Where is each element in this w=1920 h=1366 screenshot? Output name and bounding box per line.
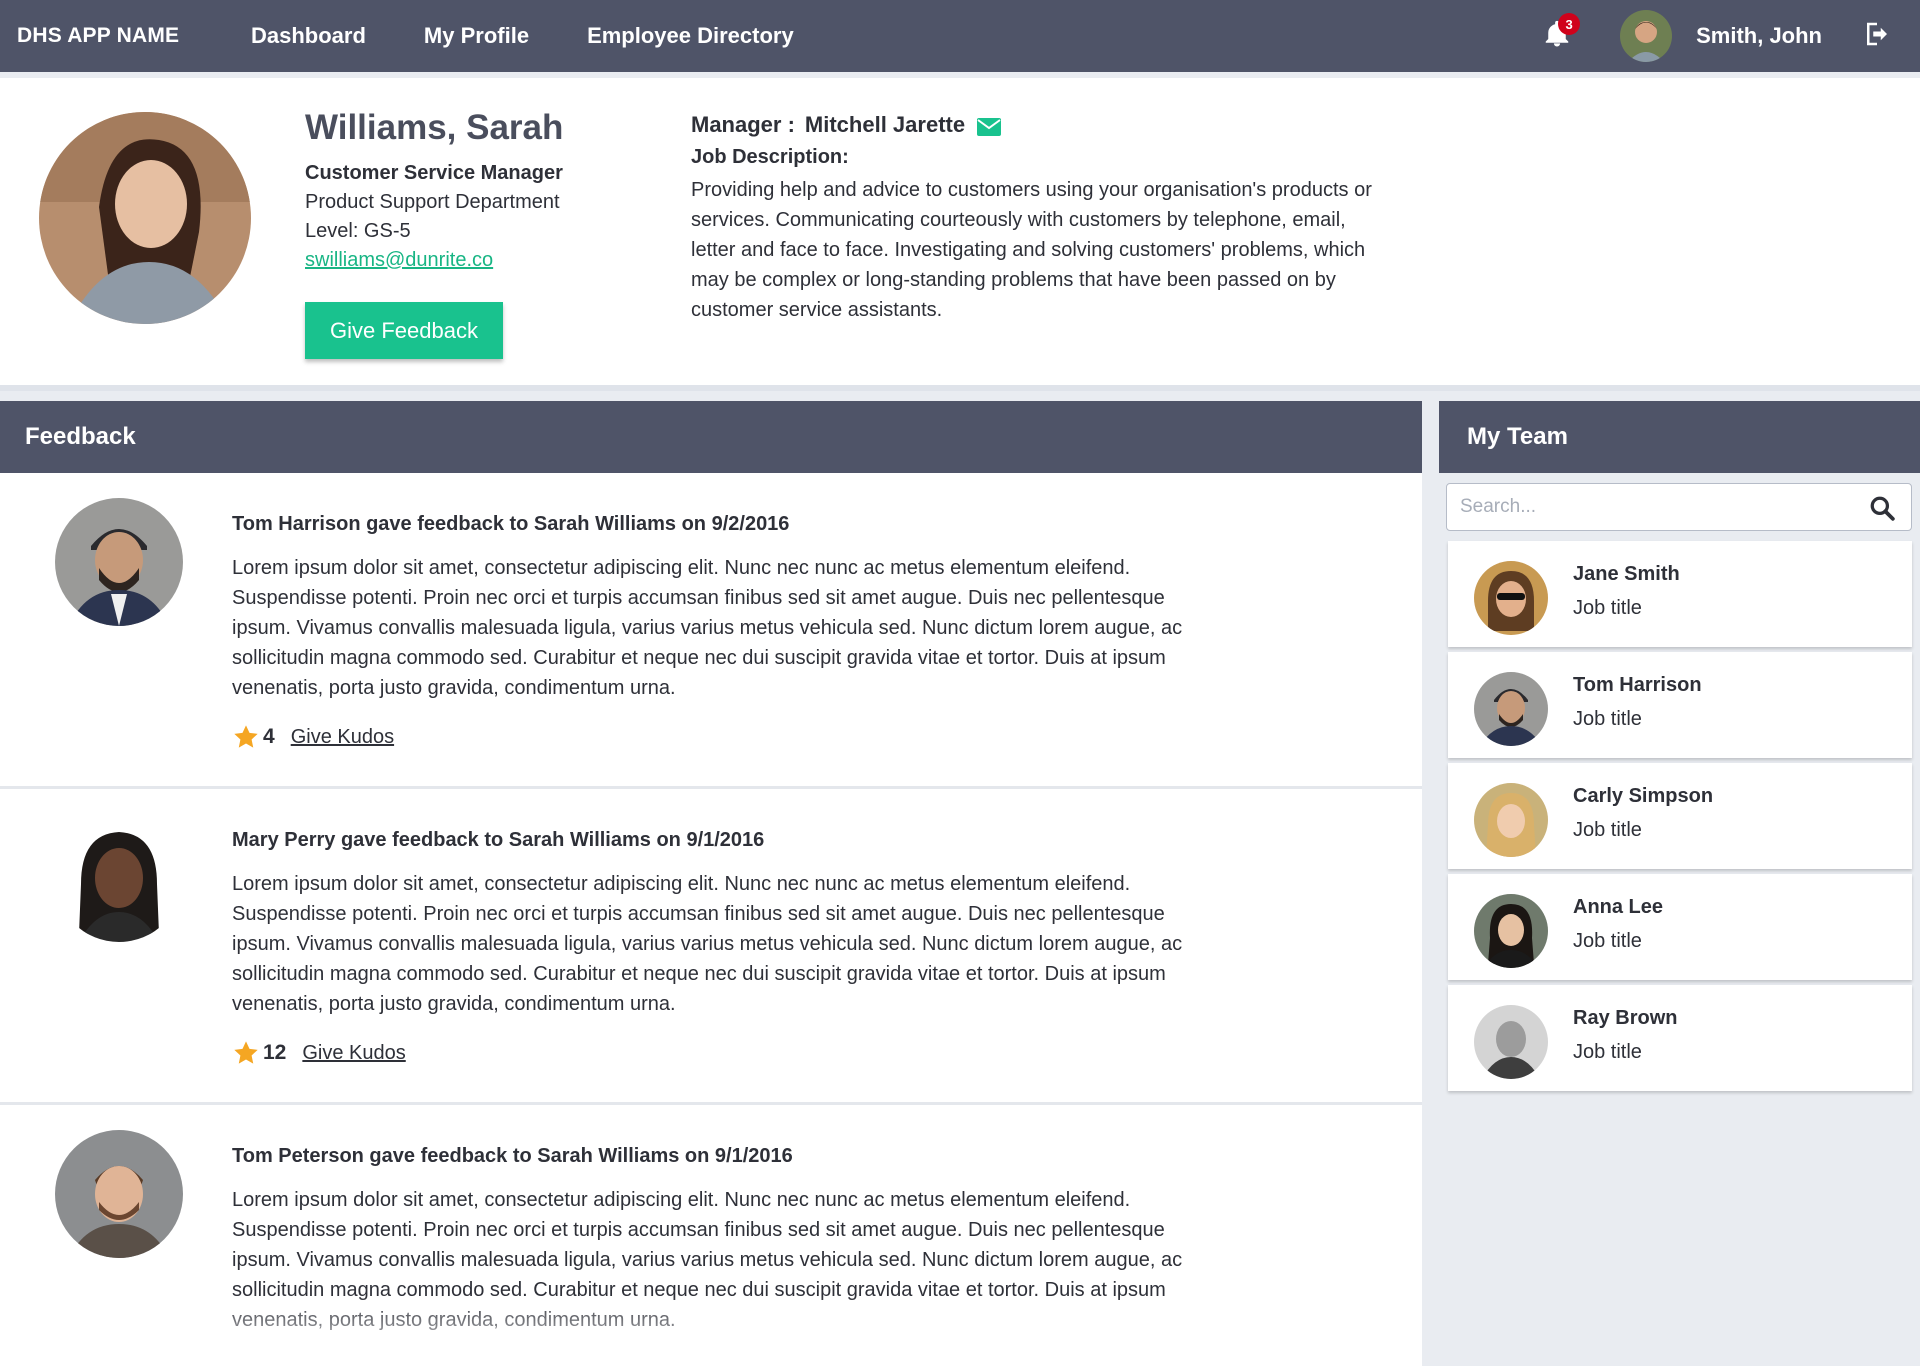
profile-panel: Williams, Sarah Customer Service Manager… (0, 78, 1920, 391)
feedback-body: Lorem ipsum dolor sit amet, consectetur … (232, 557, 1183, 699)
kudos-count: 4 (263, 725, 275, 748)
profile-department: Product Support Department (305, 191, 560, 213)
give-kudos-link[interactable]: Give Kudos (291, 726, 394, 749)
team-member-avatar (1474, 561, 1548, 635)
job-description-label: Job Description: (691, 146, 849, 168)
team-member-card[interactable]: Anna Lee Job title (1448, 874, 1912, 980)
team-list: Jane Smith Job title Tom Harrison Job ti… (1448, 541, 1912, 1096)
profile-info: Williams, Sarah Customer Service Manager… (305, 108, 563, 272)
star-icon (234, 1041, 258, 1064)
nav-employee-directory[interactable]: Employee Directory (587, 23, 794, 49)
team-member-title: Job title (1573, 597, 1642, 619)
team-member-card[interactable]: Ray Brown Job title (1448, 985, 1912, 1091)
team-member-name: Tom Harrison (1573, 674, 1702, 696)
job-description-text: Providing help and advice to customers u… (691, 179, 1372, 321)
give-feedback-button[interactable]: Give Feedback (305, 302, 503, 359)
logout-icon (1867, 22, 1887, 46)
search-icon[interactable] (1869, 495, 1895, 521)
feedback-actions: 4 Give Kudos (232, 723, 394, 751)
app-name[interactable]: DHS APP NAME (17, 24, 251, 48)
feedback-item: Mary Perry gave feedback to Sarah Willia… (0, 789, 1422, 1105)
manager-row: Manager : Mitchell Jarette (691, 112, 1391, 138)
team-member-avatar (1474, 894, 1548, 968)
team-member-card[interactable]: Jane Smith Job title (1448, 541, 1912, 647)
profile-name: Williams, Sarah (305, 108, 564, 147)
user-name[interactable]: Smith, John (1696, 23, 1822, 49)
feedback-body: Lorem ipsum dolor sit amet, consectetur … (232, 873, 1183, 1015)
feedback-author-avatar (55, 1130, 183, 1258)
feedback-header: Feedback (0, 401, 1422, 473)
feedback-item: Tom Harrison gave feedback to Sarah Will… (0, 473, 1422, 789)
team-member-avatar (1474, 783, 1548, 857)
team-member-avatar (1474, 672, 1548, 746)
team-search-input[interactable] (1447, 496, 1857, 518)
feedback-author-avatar (55, 498, 183, 626)
profile-email-link[interactable]: swilliams@dunrite.co (305, 249, 493, 271)
job-info: Manager : Mitchell Jarette Job Descripti… (691, 112, 1391, 325)
team-member-name: Jane Smith (1573, 563, 1680, 585)
star-icon (234, 725, 258, 748)
scroll-fade (0, 1296, 1422, 1366)
manager-name: Mitchell Jarette (804, 112, 966, 137)
team-member-title: Job title (1573, 1041, 1642, 1063)
team-member-card[interactable]: Carly Simpson Job title (1448, 763, 1912, 869)
notifications-button[interactable]: 3 (1542, 13, 1581, 53)
team-member-name: Anna Lee (1573, 896, 1664, 918)
top-nav: DHS APP NAME Dashboard My Profile Employ… (0, 0, 1920, 72)
profile-photo (39, 112, 251, 324)
team-search (1446, 483, 1912, 531)
nav-dashboard[interactable]: Dashboard (251, 23, 366, 49)
give-kudos-link[interactable]: Give Kudos (302, 1042, 405, 1065)
feedback-heading: Tom Peterson gave feedback to Sarah Will… (232, 1145, 793, 1167)
manager-label: Manager : (691, 112, 795, 137)
feedback-section: Feedback Tom Harrison gave feedback to S… (0, 401, 1422, 1366)
envelope-icon[interactable] (977, 116, 1002, 136)
team-member-avatar (1474, 1005, 1548, 1079)
profile-level: Level: GS-5 (305, 220, 411, 242)
team-section: My Team Jane Smith Job title Tom Harriso… (1439, 401, 1920, 1366)
team-member-name: Ray Brown (1573, 1007, 1678, 1029)
feedback-heading: Tom Harrison gave feedback to Sarah Will… (232, 513, 790, 535)
team-member-title: Job title (1573, 819, 1642, 841)
feedback-actions: 12 Give Kudos (232, 1039, 406, 1067)
team-member-card[interactable]: Tom Harrison Job title (1448, 652, 1912, 758)
feedback-heading: Mary Perry gave feedback to Sarah Willia… (232, 829, 765, 851)
team-member-title: Job title (1573, 930, 1642, 952)
feedback-author-avatar (55, 814, 183, 942)
notification-count-badge: 3 (1558, 13, 1581, 35)
user-avatar[interactable] (1620, 10, 1673, 62)
team-member-title: Job title (1573, 708, 1642, 730)
profile-title: Customer Service Manager (305, 162, 563, 184)
nav-user-area: 3 Smith, John (1542, 0, 1920, 72)
team-member-name: Carly Simpson (1573, 785, 1714, 807)
logout-button[interactable] (1862, 19, 1896, 53)
team-header: My Team (1439, 401, 1920, 473)
nav-my-profile[interactable]: My Profile (424, 23, 529, 49)
kudos-count: 12 (263, 1041, 287, 1064)
